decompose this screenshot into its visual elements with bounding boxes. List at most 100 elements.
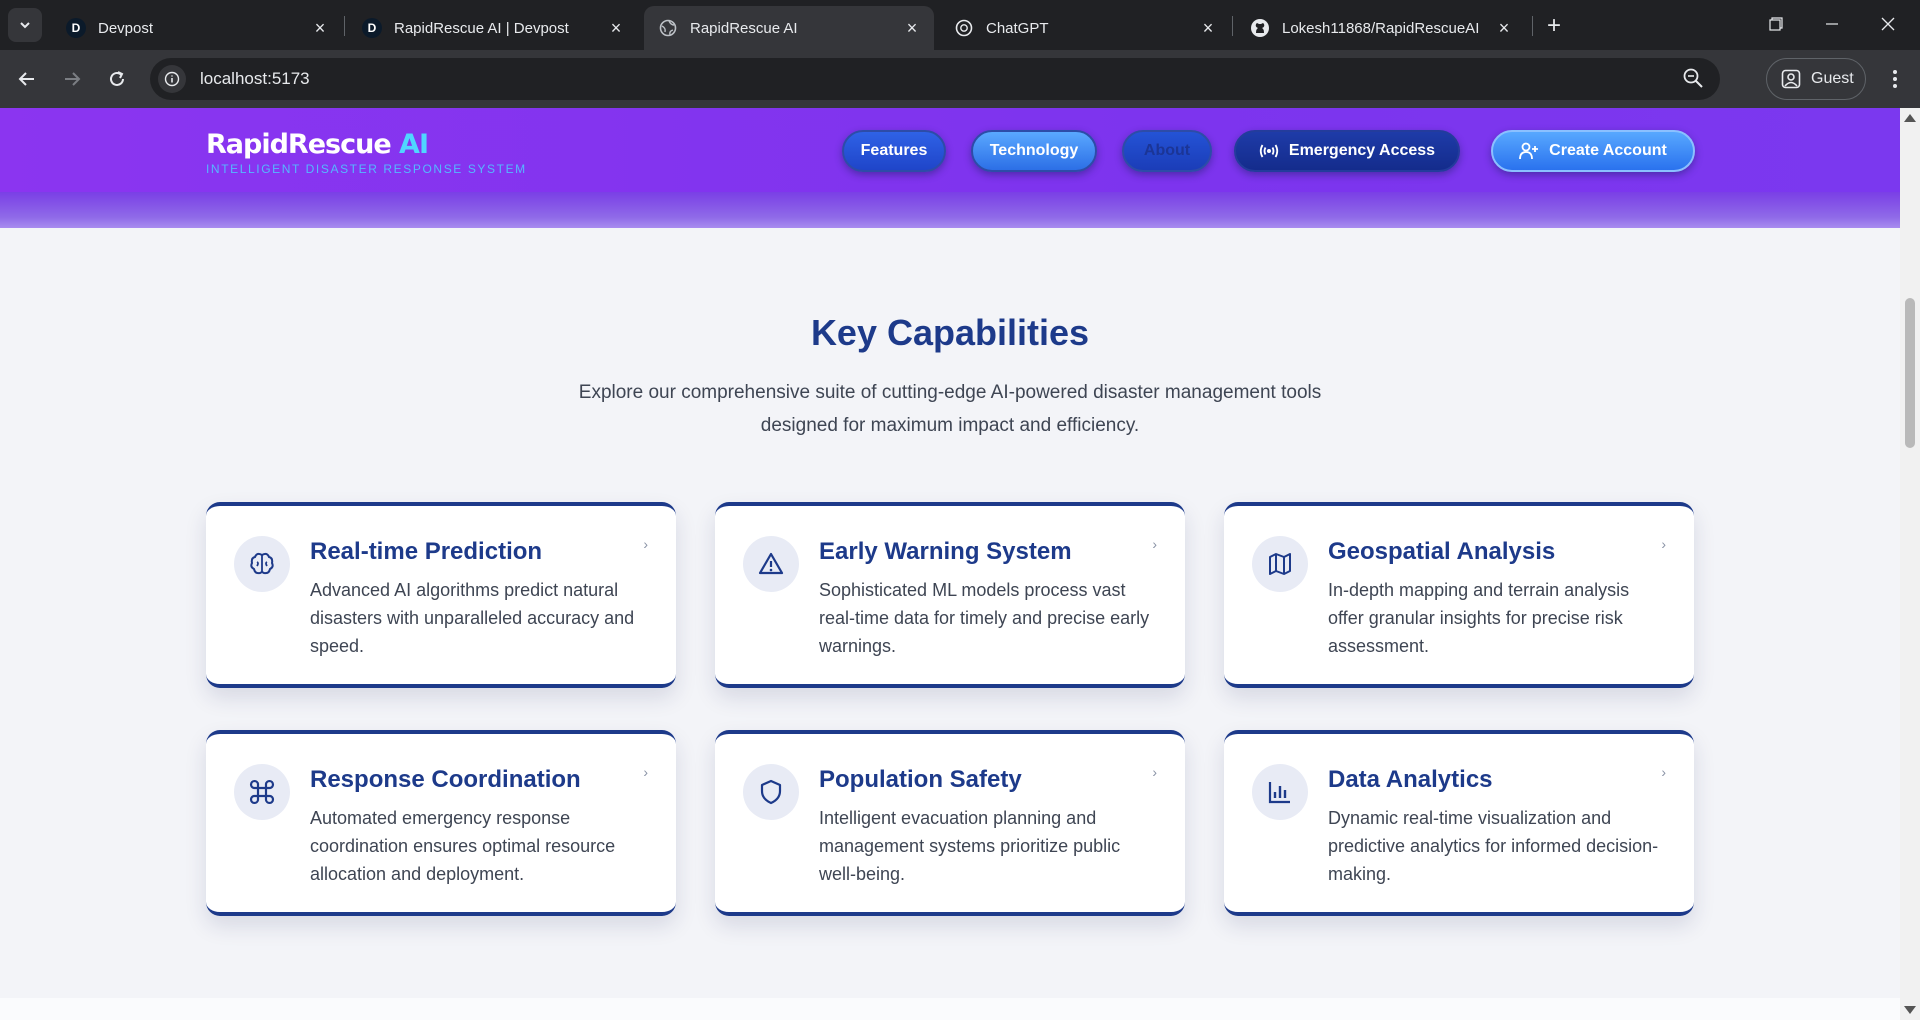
person-icon [1781, 69, 1801, 89]
minimize-icon [1826, 23, 1838, 25]
capability-card[interactable]: Response Coordination Automated emergenc… [206, 730, 676, 916]
brain-icon [234, 536, 290, 592]
browser-tab[interactable]: D RapidRescue AI | Devpost × [348, 6, 638, 50]
chevron-right-icon: › [643, 764, 648, 780]
close-icon[interactable]: × [310, 18, 330, 38]
chevron-down-icon [20, 22, 30, 29]
chatgpt-icon [954, 18, 974, 38]
scroll-thumb[interactable] [1905, 298, 1915, 448]
site-info-icon[interactable] [158, 65, 186, 93]
card-title: Geospatial Analysis [1328, 538, 1556, 565]
card-description: Sophisticated ML models process vast rea… [819, 580, 1150, 656]
map-icon [1252, 536, 1308, 592]
capability-card[interactable]: Data Analytics Dynamic real-time visuali… [1224, 730, 1694, 916]
nav-about-label: About [1143, 142, 1191, 159]
minimize-window-button[interactable] [1804, 0, 1860, 48]
globe-icon [658, 18, 678, 38]
logo-text: RapidRescue AI [206, 130, 527, 160]
profile-label: Guest [1811, 70, 1854, 87]
section-title: Key Capabilities [810, 312, 1090, 353]
command-icon [234, 764, 290, 820]
shield-icon [743, 764, 799, 820]
tab-title: ChatGPT [986, 19, 1049, 37]
card-description: Intelligent evacuation planning and mana… [819, 808, 1121, 884]
browser-tab[interactable]: ChatGPT × [940, 6, 1230, 50]
card-description: In-depth mapping and terrain analysis of… [1328, 580, 1630, 656]
capability-card[interactable]: Population Safety Intelligent evacuation… [715, 730, 1185, 916]
restore-window-button[interactable] [1748, 0, 1804, 48]
create-account-label: Create Account [1549, 142, 1667, 159]
address-bar[interactable]: localhost:5173 [150, 58, 1720, 100]
page-viewport: RapidRescue AI INTELLIGENT DISASTER RESP… [0, 108, 1920, 1020]
page-scrollbar[interactable] [1900, 108, 1920, 1020]
card-title: Early Warning System [819, 538, 1072, 565]
tab-title: RapidRescue AI [690, 19, 798, 37]
card-title: Response Coordination [310, 766, 581, 793]
nav-about-button[interactable]: About [1122, 130, 1212, 172]
chevron-right-icon: › [1152, 536, 1157, 552]
reload-icon [110, 71, 124, 86]
devpost-icon: D [362, 18, 382, 38]
scroll-down-arrow[interactable] [1904, 1006, 1916, 1014]
back-button[interactable] [10, 62, 44, 96]
tab-search-button[interactable] [8, 8, 42, 42]
tab-divider [344, 16, 345, 36]
devpost-icon: D [66, 18, 86, 38]
broadcast-icon [1259, 142, 1279, 160]
close-icon[interactable]: × [1494, 18, 1514, 38]
browser-menu-button[interactable] [1880, 62, 1910, 96]
url-text: localhost:5173 [200, 69, 310, 88]
tab-divider [1532, 16, 1533, 36]
site-logo[interactable]: RapidRescue AI INTELLIGENT DISASTER RESP… [206, 130, 527, 177]
restore-icon [1769, 17, 1783, 31]
chevron-right-icon: › [1661, 764, 1666, 780]
user-plus-icon [1519, 142, 1539, 160]
close-icon[interactable]: × [606, 18, 626, 38]
nav-technology-label: Technology [989, 142, 1079, 159]
close-icon[interactable]: × [902, 18, 922, 38]
card-description: Dynamic real-time visualization and pred… [1328, 808, 1659, 884]
capability-card[interactable]: Early Warning System Sophisticated ML mo… [715, 502, 1185, 688]
zoom-icon[interactable] [1682, 67, 1704, 94]
forward-button[interactable] [55, 62, 89, 96]
browser-tab[interactable]: Lokesh11868/RapidRescueAI × [1236, 6, 1526, 50]
nav-features-button[interactable]: Features [842, 130, 946, 172]
warning-icon [743, 536, 799, 592]
emergency-access-label: Emergency Access [1288, 142, 1436, 159]
logo-main-text: RapidRescue [206, 129, 392, 160]
profile-button[interactable]: Guest [1766, 58, 1866, 100]
section-subtitle: Explore our comprehensive suite of cutti… [578, 382, 1322, 436]
arrow-left-icon [18, 72, 34, 86]
nav-technology-button[interactable]: Technology [971, 130, 1097, 172]
card-title: Data Analytics [1328, 766, 1493, 793]
card-description: Advanced AI algorithms predict natural d… [310, 580, 635, 656]
close-icon [1881, 17, 1895, 31]
close-window-button[interactable] [1860, 0, 1916, 48]
next-section-edge [0, 998, 1900, 1020]
create-account-button[interactable]: Create Account [1491, 130, 1695, 172]
close-icon[interactable]: × [1198, 18, 1218, 38]
browser-toolbar: localhost:5173 Guest [0, 50, 1920, 108]
tab-title: Lokesh11868/RapidRescueAI [1282, 19, 1480, 37]
capability-card[interactable]: Geospatial Analysis In-depth mapping and… [1224, 502, 1694, 688]
tab-divider [1232, 16, 1233, 36]
emergency-access-button[interactable]: Emergency Access [1234, 130, 1460, 172]
arrow-right-icon [65, 72, 81, 86]
tab-title: Devpost [98, 19, 154, 37]
chevron-right-icon: › [1152, 764, 1157, 780]
nav-features-label: Features [860, 142, 928, 159]
chevron-right-icon: › [1661, 536, 1666, 552]
tab-title: RapidRescue AI | Devpost [394, 19, 569, 37]
more-vertical-icon [1893, 70, 1897, 88]
scroll-up-arrow[interactable] [1904, 114, 1916, 122]
browser-tab[interactable]: D Devpost × [52, 6, 342, 50]
capability-card[interactable]: Real-time Prediction Advanced AI algorit… [206, 502, 676, 688]
card-title: Population Safety [819, 766, 1022, 793]
card-description: Automated emergency response coordinatio… [310, 808, 616, 884]
new-tab-button[interactable]: + [1540, 12, 1568, 40]
reload-button[interactable] [100, 62, 134, 96]
chevron-right-icon: › [643, 536, 648, 552]
logo-tagline: INTELLIGENT DISASTER RESPONSE SYSTEM [206, 162, 527, 176]
browser-tab-active[interactable]: RapidRescue AI × [644, 6, 934, 50]
bar-chart-icon [1252, 764, 1308, 820]
